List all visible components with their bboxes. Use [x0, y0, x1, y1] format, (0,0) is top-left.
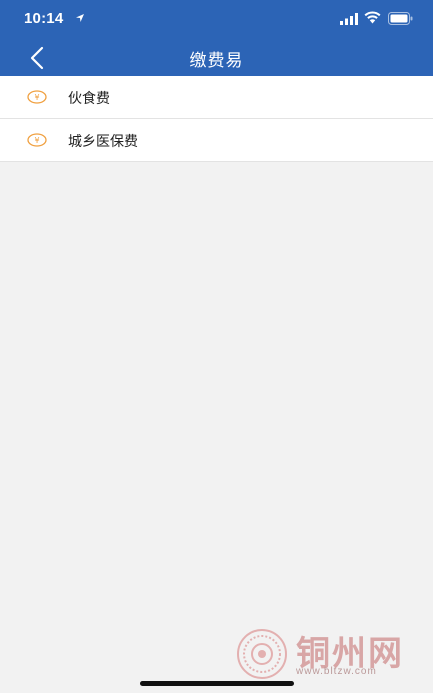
yen-coin-icon: ¥: [27, 133, 47, 147]
watermark-url: www.bltzw.com: [296, 666, 377, 677]
svg-text:¥: ¥: [34, 93, 39, 102]
watermark: 铜州网 www.bltzw.com: [236, 628, 426, 688]
location-icon: [76, 14, 84, 22]
list-item-medical-insurance-fee[interactable]: ¥ 城乡医保费: [0, 119, 433, 162]
status-time: 10:14: [24, 10, 64, 27]
fee-list: ¥ 伙食费 ¥ 城乡医保费: [0, 76, 433, 162]
home-indicator[interactable]: [140, 681, 294, 686]
page-title: 缴费易: [189, 51, 244, 70]
wifi-icon: [364, 11, 381, 24]
signal-icon: [340, 13, 358, 25]
battery-icon: [388, 12, 413, 25]
watermark-seal-icon: [237, 629, 287, 679]
yen-coin-icon: ¥: [27, 90, 47, 104]
list-item-label: 城乡医保费: [68, 133, 138, 149]
list-item-meal-fee[interactable]: ¥ 伙食费: [0, 76, 433, 119]
top-bar: 10:14 缴费易: [0, 0, 433, 76]
svg-text:¥: ¥: [34, 136, 39, 145]
list-item-label: 伙食费: [68, 90, 110, 106]
status-bar: 10:14: [0, 0, 433, 38]
